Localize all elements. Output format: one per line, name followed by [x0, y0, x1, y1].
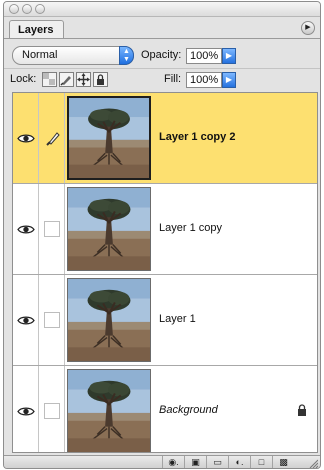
layer-row-layer-1[interactable]: Layer 1: [13, 275, 317, 366]
resize-grip-icon[interactable]: [308, 458, 318, 468]
eye-icon[interactable]: [17, 315, 35, 326]
lock-paint-icon[interactable]: [59, 72, 74, 87]
new-layer-icon[interactable]: □: [250, 456, 272, 468]
blend-opacity-row: Normal ▲ ▼ Opacity: 100% ▶: [4, 44, 320, 68]
fill-slider-icon[interactable]: ▶: [222, 72, 236, 88]
close-icon[interactable]: [9, 4, 19, 14]
panel-titlebar[interactable]: [4, 2, 320, 17]
layer-thumbnail[interactable]: [67, 369, 151, 452]
link-box[interactable]: [44, 221, 60, 237]
lock-label: Lock:: [10, 73, 37, 85]
visibility-cell[interactable]: [13, 275, 39, 365]
lock-transparency-icon[interactable]: [42, 72, 57, 87]
layer-name[interactable]: Layer 1 copy: [159, 222, 222, 234]
visibility-cell[interactable]: [13, 184, 39, 274]
trash-icon[interactable]: ▩: [272, 456, 294, 468]
visibility-cell[interactable]: [13, 366, 39, 452]
lock-all-icon[interactable]: [93, 72, 108, 87]
layer-thumbnail[interactable]: [67, 187, 151, 271]
fill-input[interactable]: 100%: [186, 72, 222, 88]
link-cell[interactable]: [39, 184, 65, 274]
eye-icon[interactable]: [17, 224, 35, 235]
layer-thumbnail[interactable]: [67, 96, 151, 180]
zoom-icon[interactable]: [35, 4, 45, 14]
link-cell[interactable]: [39, 275, 65, 365]
layer-name[interactable]: Layer 1 copy 2: [159, 131, 235, 143]
visibility-cell[interactable]: [13, 93, 39, 183]
blend-mode-value: Normal: [22, 49, 58, 61]
tab-divider: [4, 38, 320, 39]
link-box[interactable]: [44, 403, 60, 419]
tab-row: Layers ▶: [4, 17, 320, 39]
layer-name[interactable]: Background: [159, 404, 218, 416]
new-group-icon[interactable]: ▭: [206, 456, 228, 468]
minimize-icon[interactable]: [22, 4, 32, 14]
tab-layers[interactable]: Layers: [9, 20, 65, 39]
bottom-toolbar: ◉. ▣ ▭ ◐. □ ▩: [4, 455, 320, 468]
fill-label: Fill:: [164, 73, 182, 85]
eye-icon[interactable]: [17, 133, 35, 144]
layers-list: Layer 1 copy 2 Layer 1 copy Layer 1 Back…: [12, 92, 318, 453]
layer-mask-icon[interactable]: ▣: [184, 456, 206, 468]
opacity-slider-icon[interactable]: ▶: [222, 48, 236, 64]
opacity-label: Opacity:: [141, 49, 182, 61]
opacity-input[interactable]: 100%: [186, 48, 222, 64]
lock-fill-row: Lock: Fill: 100% ▶: [4, 68, 320, 90]
link-box[interactable]: [44, 312, 60, 328]
layer-row-layer-1-copy[interactable]: Layer 1 copy: [13, 184, 317, 275]
layer-row-layer-1-copy-2[interactable]: Layer 1 copy 2: [13, 93, 317, 184]
tab-layers-label: Layers: [18, 24, 54, 36]
panel-menu-icon[interactable]: ▶: [301, 21, 315, 35]
layer-row-background[interactable]: Background: [13, 366, 317, 452]
lock-move-icon[interactable]: [76, 72, 91, 87]
link-cell[interactable]: [39, 366, 65, 452]
select-arrows-icon[interactable]: ▲ ▼: [119, 46, 134, 65]
lock-icon: [298, 404, 306, 416]
paintbrush-icon: [46, 132, 60, 146]
layers-panel: Layers ▶ Normal ▲ ▼ Opacity: 100% ▶ Lock:…: [3, 1, 321, 469]
link-cell[interactable]: [39, 93, 65, 183]
layer-thumbnail[interactable]: [67, 278, 151, 362]
layer-name[interactable]: Layer 1: [159, 313, 196, 325]
eye-icon[interactable]: [17, 406, 35, 417]
adjustment-layer-icon[interactable]: ◐.: [228, 456, 250, 468]
blend-mode-select[interactable]: Normal ▲ ▼: [12, 46, 134, 65]
layer-style-icon[interactable]: ◉.: [162, 456, 184, 468]
